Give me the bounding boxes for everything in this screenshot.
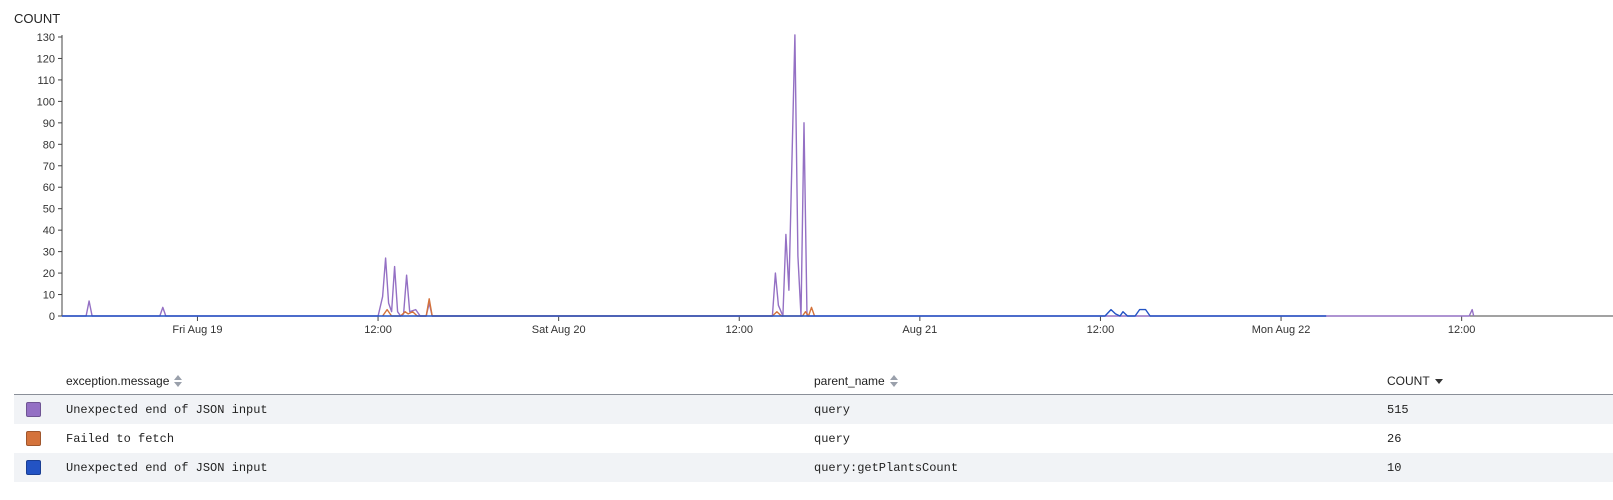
column-header-parent-label: parent_name <box>814 374 885 388</box>
table-row[interactable]: Unexpected end of JSON input query 515 <box>14 395 1613 424</box>
count-cell: 10 <box>1387 461 1402 475</box>
y-tick-label: 100 <box>37 96 55 108</box>
y-tick-label: 110 <box>37 75 55 87</box>
count-cell: 26 <box>1387 432 1402 446</box>
y-tick-label: 80 <box>43 139 55 151</box>
y-tick-label: 70 <box>43 161 55 173</box>
series-color-swatch[interactable] <box>26 460 41 475</box>
count-cell: 515 <box>1387 403 1409 417</box>
parent-name-cell: query:getPlantsCount <box>814 461 959 475</box>
column-header-count[interactable]: COUNT <box>1387 374 1443 388</box>
series-color-swatch[interactable] <box>26 431 41 446</box>
column-header-message[interactable]: exception.message <box>66 374 183 388</box>
x-tick-label: Sat Aug 20 <box>532 324 586 336</box>
y-tick-label: 10 <box>43 290 55 302</box>
y-tick-label: 40 <box>43 225 55 237</box>
exception-message-cell: Failed to fetch <box>66 432 175 446</box>
x-tick-label: 12:00 <box>725 324 753 336</box>
table-header: exception.message parent_name COUNT <box>14 366 1613 395</box>
x-tick-label: Aug 21 <box>902 324 937 336</box>
column-header-message-label: exception.message <box>66 374 170 388</box>
series-line-1 <box>382 298 816 317</box>
x-tick-label: 12:00 <box>364 324 392 336</box>
sort-icon[interactable] <box>174 375 183 387</box>
x-tick-label: 12:00 <box>1448 324 1476 336</box>
series-line-0 <box>62 34 1475 317</box>
series-color-swatch[interactable] <box>26 402 41 417</box>
x-tick-label: Mon Aug 22 <box>1252 324 1311 336</box>
column-header-count-label: COUNT <box>1387 374 1430 388</box>
y-tick-label: 90 <box>43 118 55 130</box>
series-line-2 <box>62 308 1327 317</box>
y-tick-label: 60 <box>43 182 55 194</box>
table-row[interactable]: Failed to fetch query 26 <box>14 424 1613 453</box>
table-row[interactable]: Unexpected end of JSON input query:getPl… <box>14 453 1613 482</box>
y-tick-label: 0 <box>49 311 55 323</box>
y-tick-label: 30 <box>43 247 55 259</box>
x-tick-label: Fri Aug 19 <box>172 324 222 336</box>
exception-message-cell: Unexpected end of JSON input <box>66 403 268 417</box>
y-tick-label: 20 <box>43 268 55 280</box>
legend-table: exception.message parent_name COUNT Unex… <box>14 366 1613 482</box>
chart-area: COUNT 0 10 20 30 40 50 60 70 80 90 100 110 120 130 Fri… <box>0 0 1613 345</box>
line-chart[interactable]: 0 10 20 30 40 50 60 70 80 90 100 110 120 130 Fri Aug 1… <box>0 0 1613 345</box>
parent-name-cell: query <box>814 403 851 417</box>
sort-icon[interactable] <box>889 375 898 387</box>
y-tick-label: 120 <box>37 53 55 65</box>
y-tick-label: 130 <box>37 32 55 44</box>
x-tick-label: 12:00 <box>1087 324 1115 336</box>
column-header-parent[interactable]: parent_name <box>814 374 898 388</box>
y-tick-label: 50 <box>43 204 55 216</box>
sort-descending-icon[interactable] <box>1434 378 1443 384</box>
parent-name-cell: query <box>814 432 851 446</box>
exception-message-cell: Unexpected end of JSON input <box>66 461 268 475</box>
